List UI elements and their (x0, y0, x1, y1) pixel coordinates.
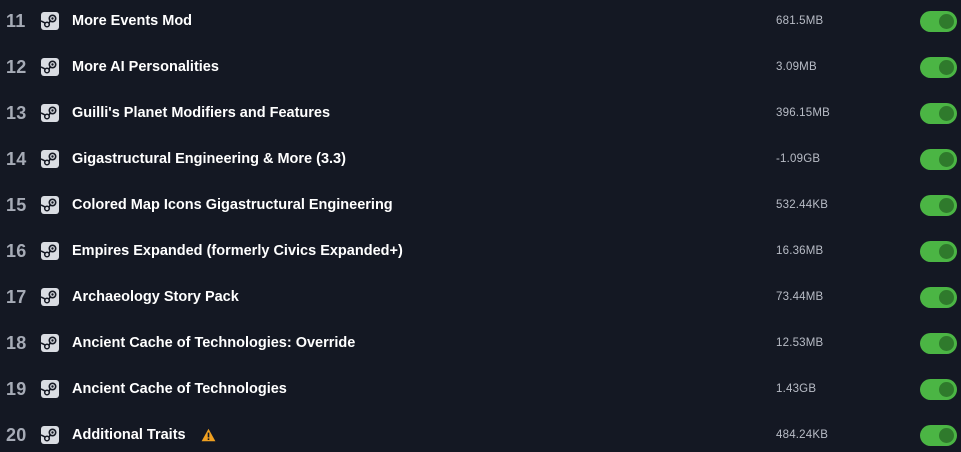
mod-name: Ancient Cache of Technologies (72, 381, 287, 397)
mod-name: Additional Traits (72, 427, 186, 443)
mod-size: 532.44KB (776, 199, 829, 211)
mod-size: 16.36MB (776, 245, 824, 257)
mod-name: Guilli's Planet Modifiers and Features (72, 105, 331, 121)
mod-size: 3.09MB (776, 61, 817, 73)
mod-row[interactable]: 17 Archaeology Story Pack 73.44MB (0, 274, 961, 320)
toggle-knob (939, 335, 954, 351)
steam-icon (41, 12, 59, 30)
mod-row[interactable]: 12 More AI Personalities 3.09MB (0, 44, 961, 90)
toggle-knob (939, 289, 954, 305)
mod-row[interactable]: 14 Gigastructural Engineering & More (3.… (0, 136, 961, 182)
steam-icon (41, 242, 59, 260)
mod-size: -1.09GB (776, 153, 821, 165)
mod-enable-toggle[interactable] (920, 102, 957, 124)
steam-icon (41, 380, 59, 398)
mod-load-order: 16 (6, 240, 27, 261)
mod-load-order: 12 (6, 56, 27, 77)
mod-row[interactable]: 11 More Events Mod 681.5MB (0, 0, 961, 44)
toggle-knob (939, 197, 954, 213)
mod-size: 73.44MB (776, 291, 824, 303)
mod-load-order: 13 (6, 102, 27, 123)
mod-name-wrapper: Additional Traits (72, 427, 216, 443)
toggle-knob (939, 381, 954, 397)
mod-enable-toggle[interactable] (920, 332, 957, 354)
mod-list: 11 More Events Mod 681.5MB 12 More AI Pe… (0, 0, 961, 452)
steam-icon (41, 196, 59, 214)
steam-icon (41, 58, 59, 76)
mod-name: Archaeology Story Pack (72, 289, 239, 305)
mod-size: 484.24KB (776, 429, 829, 441)
mod-load-order: 14 (6, 148, 27, 169)
steam-icon (41, 288, 59, 306)
mod-enable-toggle[interactable] (920, 194, 957, 216)
steam-icon (41, 334, 59, 352)
toggle-knob (939, 243, 954, 259)
mod-load-order: 20 (6, 424, 27, 445)
mod-row[interactable]: 20 Additional Traits 484.24KB (0, 412, 961, 452)
mod-enable-toggle[interactable] (920, 148, 957, 170)
mod-enable-toggle[interactable] (920, 424, 957, 446)
mod-enable-toggle[interactable] (920, 10, 957, 32)
toggle-knob (939, 105, 954, 121)
toggle-knob (939, 151, 954, 167)
mod-row[interactable]: 13 Guilli's Planet Modifiers and Feature… (0, 90, 961, 136)
mod-load-order: 17 (6, 286, 27, 307)
mod-size: 12.53MB (776, 337, 824, 349)
mod-name: Ancient Cache of Technologies: Override (72, 335, 356, 351)
mod-load-order: 18 (6, 332, 27, 353)
toggle-knob (939, 13, 954, 29)
toggle-knob (939, 59, 954, 75)
steam-icon (41, 150, 59, 168)
toggle-knob (939, 427, 954, 443)
mod-name: Gigastructural Engineering & More (3.3) (72, 151, 346, 167)
steam-icon (41, 426, 59, 444)
mod-enable-toggle[interactable] (920, 240, 957, 262)
mod-row[interactable]: 15 Colored Map Icons Gigastructural Engi… (0, 182, 961, 228)
warning-icon[interactable] (201, 428, 216, 442)
mod-load-order: 19 (6, 378, 27, 399)
steam-icon (41, 104, 59, 122)
mod-enable-toggle[interactable] (920, 378, 957, 400)
mod-enable-toggle[interactable] (920, 56, 957, 78)
mod-size: 681.5MB (776, 15, 824, 27)
mod-enable-toggle[interactable] (920, 286, 957, 308)
mod-name: Empires Expanded (formerly Civics Expand… (72, 243, 403, 259)
mod-size: 396.15MB (776, 107, 831, 119)
mod-name: More AI Personalities (72, 59, 219, 75)
mod-row[interactable]: 18 Ancient Cache of Technologies: Overri… (0, 320, 961, 366)
mod-load-order: 11 (6, 10, 26, 31)
mod-name: Colored Map Icons Gigastructural Enginee… (72, 197, 393, 213)
mod-name: More Events Mod (72, 13, 193, 29)
mod-size: 1.43GB (776, 383, 817, 395)
mod-row[interactable]: 16 Empires Expanded (formerly Civics Exp… (0, 228, 961, 274)
mod-row[interactable]: 19 Ancient Cache of Technologies 1.43GB (0, 366, 961, 412)
mod-load-order: 15 (6, 194, 27, 215)
